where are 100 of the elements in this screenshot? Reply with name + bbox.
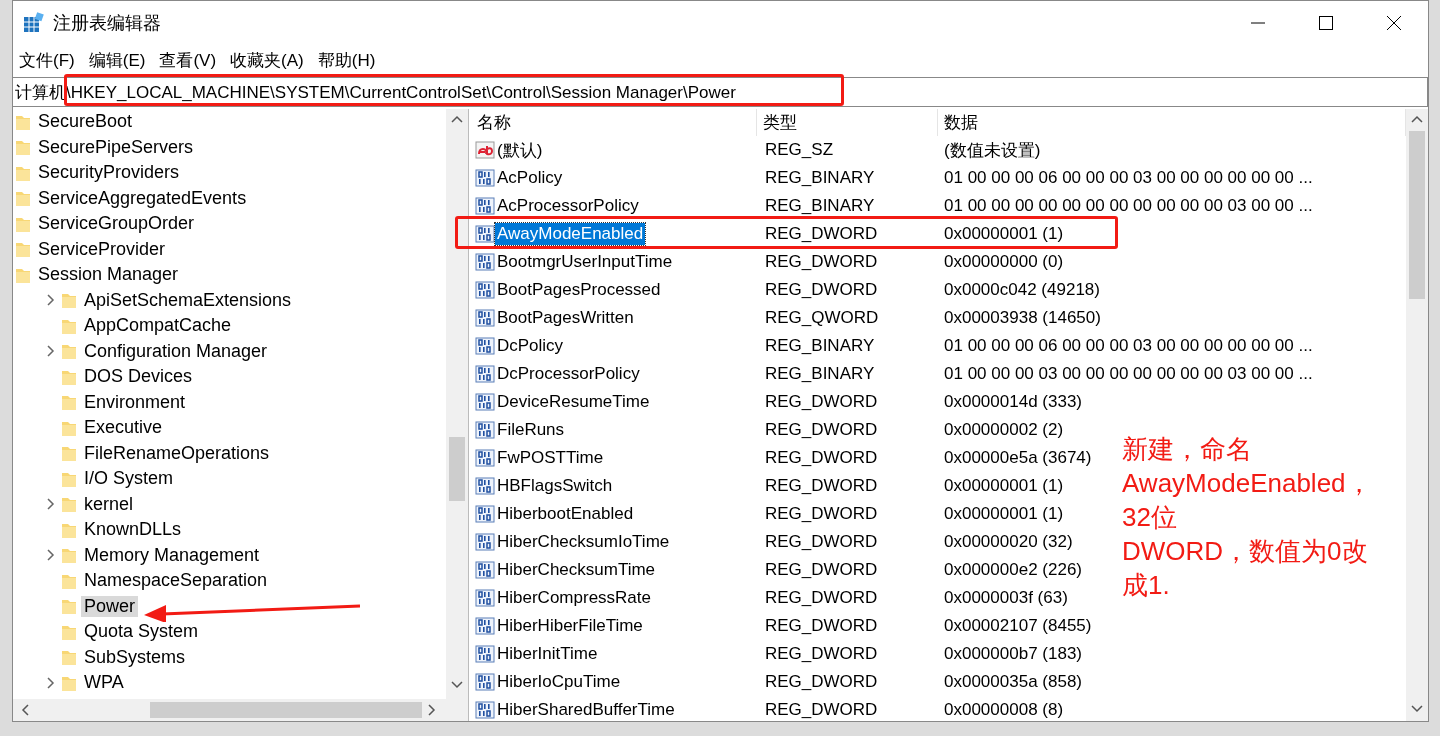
value-name[interactable]: HiberSharedBufferTime bbox=[495, 699, 677, 721]
value-data: 01 00 00 00 03 00 00 00 00 00 00 00 03 00 00 ... bbox=[943, 364, 1313, 384]
menu-item[interactable]: 编辑(E) bbox=[88, 48, 146, 72]
tree-item[interactable]: SubSystems bbox=[81, 646, 189, 668]
value-name[interactable]: BootPagesProcessed bbox=[495, 279, 663, 301]
value-name[interactable]: AcPolicy bbox=[495, 167, 565, 189]
tree-item[interactable]: ServiceAggregatedEvents bbox=[35, 187, 250, 209]
value-name[interactable]: HiberHiberFileTime bbox=[495, 615, 645, 637]
chevron-icon[interactable] bbox=[47, 549, 55, 562]
tree-item[interactable]: Memory Management bbox=[81, 544, 263, 566]
tree-item[interactable]: Executive bbox=[81, 417, 166, 439]
annotation-text: 新建，命名AwayModeEnabled，32位 DWORD，数值为0改成1. bbox=[1122, 433, 1373, 602]
column-header[interactable]: 类型 bbox=[757, 109, 938, 136]
tree-item[interactable]: I/O System bbox=[81, 468, 176, 490]
value-type: REG_DWORD bbox=[764, 644, 879, 664]
value-name[interactable]: DcProcessorPolicy bbox=[495, 363, 642, 385]
scrollbar[interactable] bbox=[13, 699, 468, 721]
value-name[interactable]: FileRuns bbox=[495, 419, 567, 441]
value-name[interactable]: HiberIoCpuTime bbox=[495, 671, 623, 693]
scrollbar-thumb[interactable] bbox=[1409, 131, 1425, 299]
chevron-icon[interactable] bbox=[47, 294, 55, 307]
binary-value-icon bbox=[475, 672, 495, 692]
chevron-icon[interactable] bbox=[47, 345, 55, 358]
value-name[interactable]: HiberInitTime bbox=[495, 643, 600, 665]
minimize-icon bbox=[1251, 22, 1265, 24]
tree-item[interactable]: Configuration Manager bbox=[81, 340, 271, 362]
chevron-icon[interactable] bbox=[47, 498, 55, 511]
value-data: 0x00000002 (2) bbox=[943, 420, 1064, 440]
folder-icon bbox=[61, 546, 77, 565]
tree-item[interactable]: SecurePipeServers bbox=[35, 136, 197, 158]
menu-item[interactable]: 查看(V) bbox=[159, 48, 217, 72]
menu-item[interactable]: 文件(F) bbox=[19, 48, 75, 72]
menu-item[interactable]: 帮助(H) bbox=[317, 48, 376, 72]
tree-item[interactable]: SecureBoot bbox=[35, 111, 136, 133]
value-name[interactable]: BootPagesWritten bbox=[495, 307, 636, 329]
folder-icon bbox=[15, 138, 31, 157]
scrollbar[interactable] bbox=[1406, 109, 1428, 721]
tree-item[interactable]: AppCompatCache bbox=[81, 315, 235, 337]
value-name[interactable]: DcPolicy bbox=[495, 335, 566, 357]
folder-icon bbox=[61, 291, 77, 310]
value-type: REG_DWORD bbox=[764, 252, 879, 272]
value-data: 01 00 00 00 06 00 00 00 03 00 00 00 00 00 00 ... bbox=[943, 168, 1313, 188]
value-name[interactable]: AcProcessorPolicy bbox=[495, 195, 641, 217]
close-icon bbox=[1386, 15, 1402, 31]
binary-value-icon bbox=[475, 644, 495, 664]
value-data: 0x000000e2 (226) bbox=[943, 560, 1082, 580]
value-name[interactable]: (默认) bbox=[495, 137, 545, 163]
value-data: 0x0000003f (63) bbox=[943, 588, 1068, 608]
tree-item[interactable]: Environment bbox=[81, 391, 189, 413]
tree-item[interactable]: KnownDLLs bbox=[81, 519, 185, 541]
value-name[interactable]: BootmgrUserInputTime bbox=[495, 251, 675, 273]
binary-value-icon bbox=[475, 364, 495, 384]
tree-item[interactable]: ServiceGroupOrder bbox=[35, 213, 198, 235]
tree-item[interactable]: Power bbox=[81, 595, 139, 617]
binary-value-icon bbox=[475, 588, 495, 608]
binary-value-icon bbox=[475, 560, 495, 580]
menu-item[interactable]: 收藏夹(A) bbox=[230, 48, 304, 72]
value-name[interactable]: FwPOSTTime bbox=[495, 447, 606, 469]
value-data: 0x00003938 (14650) bbox=[943, 308, 1101, 328]
value-name[interactable]: DeviceResumeTime bbox=[495, 391, 652, 413]
column-header[interactable]: 名称 bbox=[471, 109, 757, 136]
value-type: REG_BINARY bbox=[764, 196, 876, 216]
tree-item[interactable]: kernel bbox=[81, 493, 137, 515]
tree-item[interactable]: FileRenameOperations bbox=[81, 442, 273, 464]
tree-item[interactable]: ApiSetSchemaExtensions bbox=[81, 289, 295, 311]
value-name[interactable]: HiberChecksumTime bbox=[495, 559, 658, 581]
value-name[interactable]: AwayModeEnabled bbox=[495, 223, 646, 245]
value-type: REG_DWORD bbox=[764, 616, 879, 636]
tree-item[interactable]: WPA bbox=[81, 672, 127, 694]
value-type: REG_DWORD bbox=[764, 560, 879, 580]
value-data: 01 00 00 00 00 00 00 00 00 00 00 00 03 00 00 ... bbox=[943, 196, 1313, 216]
binary-value-icon bbox=[475, 448, 495, 468]
value-type: REG_DWORD bbox=[764, 672, 879, 692]
tree-item[interactable]: DOS Devices bbox=[81, 366, 196, 388]
value-type: REG_DWORD bbox=[764, 476, 879, 496]
value-type: REG_DWORD bbox=[764, 504, 879, 524]
folder-icon bbox=[61, 342, 77, 361]
value-type: REG_DWORD bbox=[764, 700, 879, 720]
value-name[interactable]: HBFlagsSwitch bbox=[495, 475, 615, 497]
value-data: 0x00000e5a (3674) bbox=[943, 448, 1092, 468]
value-type: REG_DWORD bbox=[764, 448, 879, 468]
tree-item[interactable]: NamespaceSeparation bbox=[81, 570, 271, 592]
value-type: REG_BINARY bbox=[764, 168, 876, 188]
registry-icon bbox=[23, 12, 45, 34]
tree-item[interactable]: ServiceProvider bbox=[35, 238, 169, 260]
value-type: REG_DWORD bbox=[764, 588, 879, 608]
binary-value-icon bbox=[475, 336, 495, 356]
scrollbar[interactable] bbox=[446, 109, 468, 699]
tree-item[interactable]: SecurityProviders bbox=[35, 162, 183, 184]
tree-item[interactable]: Quota System bbox=[81, 621, 202, 643]
value-data: 0x00000008 (8) bbox=[943, 700, 1064, 720]
value-type: REG_DWORD bbox=[764, 532, 879, 552]
binary-value-icon bbox=[475, 224, 495, 244]
value-name[interactable]: HiberCompressRate bbox=[495, 587, 653, 609]
tree-item[interactable]: Session Manager bbox=[35, 264, 182, 286]
value-name[interactable]: HiberChecksumIoTime bbox=[495, 531, 672, 553]
chevron-icon[interactable] bbox=[47, 676, 55, 689]
value-name[interactable]: HiberbootEnabled bbox=[495, 503, 636, 525]
scrollbar-thumb[interactable] bbox=[449, 437, 465, 501]
scrollbar-thumb[interactable] bbox=[150, 702, 422, 718]
